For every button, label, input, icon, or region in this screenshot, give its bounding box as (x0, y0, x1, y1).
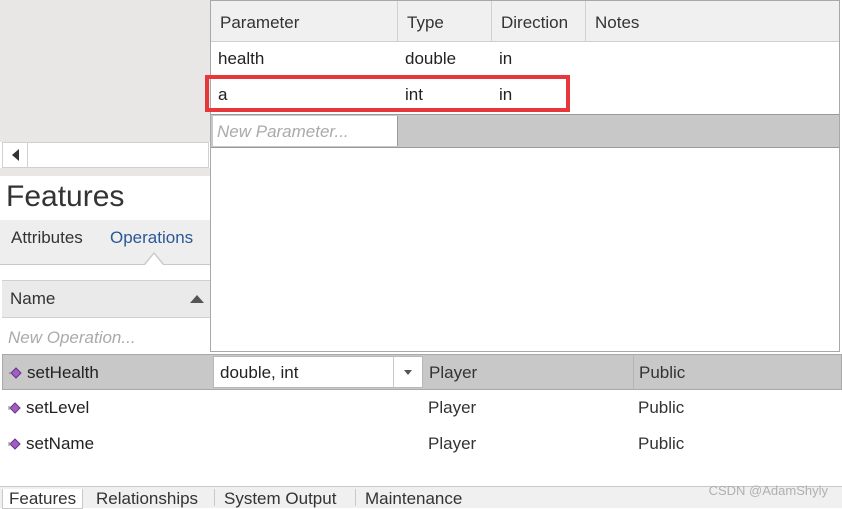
operation-method-icon (8, 402, 21, 414)
tab-relationships[interactable]: Relationships (90, 489, 204, 509)
operation-class: Player (428, 398, 477, 417)
watermark: CSDN @AdamShyly (708, 483, 828, 498)
tab-divider (214, 489, 215, 506)
header-parameter[interactable]: Parameter (220, 13, 299, 33)
parameters-panel: Parameter Type Direction Notes health do… (210, 0, 840, 352)
name-column-header[interactable]: Name (2, 280, 210, 318)
horizontal-scrollbar[interactable] (2, 142, 209, 168)
operation-method-icon (9, 367, 22, 379)
new-parameter-placeholder: New Parameter... (217, 122, 349, 141)
operation-params-field[interactable]: double, int (213, 356, 423, 388)
header-notes[interactable]: Notes (595, 13, 639, 33)
operation-name: setName (26, 434, 95, 453)
tab-attributes[interactable]: Attributes (11, 228, 83, 248)
operation-scope: Public (638, 434, 685, 453)
sort-ascending-icon[interactable] (190, 295, 204, 303)
left-preview-area (0, 0, 211, 142)
operation-row-setname[interactable]: setName Player Public (2, 426, 842, 462)
red-highlight-annotation (205, 75, 570, 112)
new-parameter-input[interactable]: New Parameter... (213, 116, 398, 146)
operation-class: Player (429, 363, 478, 382)
operation-row-setlevel[interactable]: setLevel Player Public (2, 390, 842, 426)
tab-operations[interactable]: Operations (110, 228, 193, 248)
operation-name: setLevel (26, 398, 90, 417)
name-column-label: Name (10, 289, 56, 308)
column-divider (397, 1, 398, 41)
new-operation-input[interactable]: New Operation... (8, 328, 136, 348)
header-type[interactable]: Type (407, 13, 444, 33)
operation-row-sethealth[interactable]: setHealth double, int Player Public (2, 354, 842, 390)
features-tab-strip: Attributes Operations (0, 220, 210, 265)
parameter-row[interactable]: health double in (211, 41, 839, 77)
parameter-type: double (405, 49, 457, 68)
operation-params-value: double, int (220, 363, 299, 382)
parameters-header: Parameter Type Direction Notes (211, 1, 839, 42)
operation-scope: Public (639, 363, 686, 382)
panel-separator (0, 168, 210, 176)
tab-system-output[interactable]: System Output (218, 489, 342, 509)
parameter-name: health (218, 49, 265, 68)
column-divider (633, 355, 634, 389)
operation-name: setHealth (27, 363, 99, 382)
new-parameter-row[interactable]: New Parameter... (211, 114, 839, 148)
column-divider (585, 1, 586, 41)
chevron-down-icon[interactable] (393, 357, 422, 387)
tab-divider (355, 489, 356, 506)
tab-maintenance[interactable]: Maintenance (359, 489, 468, 509)
operation-scope: Public (638, 398, 685, 417)
column-divider (491, 1, 492, 41)
active-tab-indicator-inner (145, 254, 163, 265)
features-title: Features (6, 180, 125, 213)
scroll-left-arrow-icon[interactable] (3, 143, 28, 167)
operation-method-icon (8, 438, 21, 450)
tab-features[interactable]: Features (2, 489, 84, 509)
operation-class: Player (428, 434, 477, 453)
header-direction[interactable]: Direction (501, 13, 568, 33)
parameter-direction: in (499, 49, 513, 68)
